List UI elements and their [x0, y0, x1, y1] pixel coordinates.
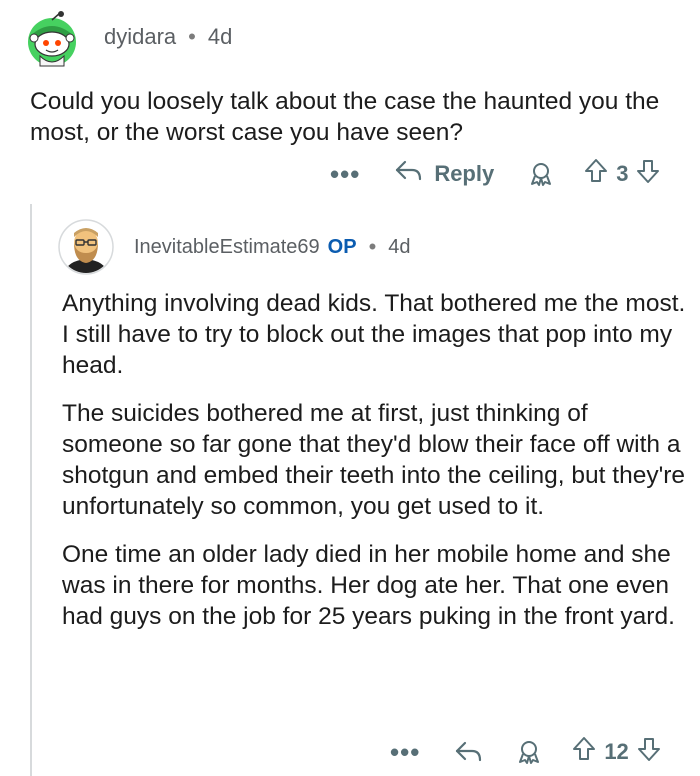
username[interactable]: dyidara [104, 24, 176, 50]
comment-age: 4d [388, 235, 411, 258]
op-badge: OP [327, 235, 357, 258]
thread-line[interactable] [30, 204, 32, 776]
reply-paragraph: The suicides bothered me at first, just … [62, 400, 686, 520]
reply-label: Reply [434, 161, 495, 186]
downvote-icon[interactable] [636, 158, 660, 190]
bearded-avatar-icon[interactable] [58, 219, 114, 275]
reply-meta: InevitableEstimate69 OP • 4d [134, 234, 411, 260]
separator-dot: • [368, 234, 377, 259]
vote-score: 3 [616, 161, 629, 186]
snoo-avatar-icon[interactable] [22, 10, 82, 70]
award-icon[interactable] [516, 739, 542, 765]
reply-button[interactable]: Reply [394, 159, 494, 189]
parent-meta: dyidara • 4d [104, 24, 232, 50]
reply-arrow-icon [394, 159, 422, 189]
award-icon[interactable] [528, 161, 554, 187]
upvote-icon[interactable] [572, 736, 596, 768]
reply-arrow-icon[interactable] [454, 740, 482, 764]
vote-score: 12 [604, 739, 629, 764]
more-icon[interactable]: ••• [390, 739, 420, 765]
vote-controls: 3 [584, 158, 660, 190]
reply-paragraph: One time an older lady died in her mobil… [62, 541, 675, 630]
downvote-icon[interactable] [637, 736, 661, 768]
separator-dot: • [188, 24, 196, 49]
reply-body: Anything involving dead kids. That bothe… [62, 288, 688, 649]
comment-actions: ••• Reply 3 [330, 156, 660, 192]
more-icon[interactable]: ••• [330, 161, 360, 187]
comment-age: 4d [207, 24, 233, 49]
reply-actions: ••• 12 [390, 734, 661, 770]
reply-paragraph: Anything involving dead kids. That bothe… [62, 290, 686, 379]
username[interactable]: InevitableEstimate69 [134, 236, 320, 259]
upvote-icon[interactable] [584, 158, 608, 190]
comment-body: Could you loosely talk about the case th… [30, 88, 660, 146]
vote-controls: 12 [572, 736, 660, 768]
